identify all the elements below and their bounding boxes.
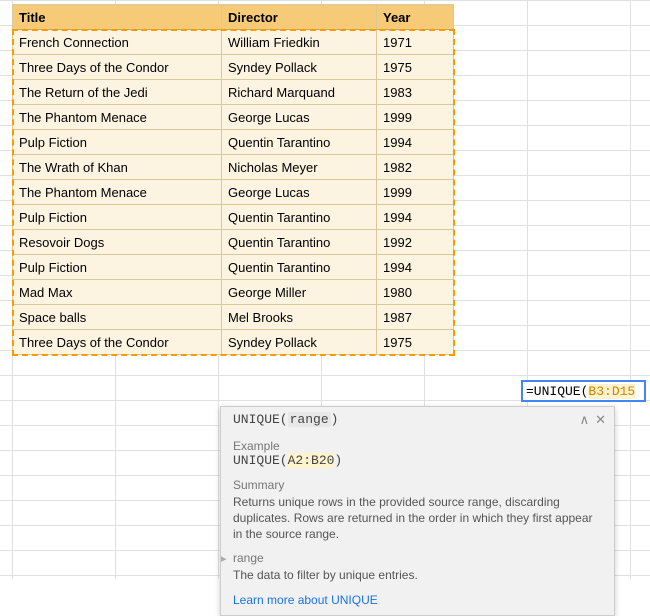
header-director[interactable]: Director [222, 5, 377, 30]
cell-title[interactable]: Space balls [13, 305, 222, 330]
cell-title[interactable]: Pulp Fiction [13, 205, 222, 230]
cell-director[interactable]: Quentin Tarantino [222, 205, 377, 230]
range-label: range [233, 551, 418, 565]
cell-director[interactable]: Nicholas Meyer [222, 155, 377, 180]
cell-title[interactable]: Resovoir Dogs [13, 230, 222, 255]
table-row[interactable]: The Wrath of KhanNicholas Meyer1982 [13, 155, 454, 180]
formula-input-cell[interactable]: =UNIQUE(B3:D15 [521, 380, 646, 402]
table-row[interactable]: Three Days of the CondorSyndey Pollack19… [13, 330, 454, 355]
cell-director[interactable]: George Lucas [222, 105, 377, 130]
table-row[interactable]: The Phantom MenaceGeorge Lucas1999 [13, 105, 454, 130]
example-text: UNIQUE(A2:B20) [233, 453, 602, 468]
cell-director[interactable]: Quentin Tarantino [222, 230, 377, 255]
cell-year[interactable]: 1999 [377, 105, 454, 130]
table-row[interactable]: Pulp FictionQuentin Tarantino1994 [13, 130, 454, 155]
cell-title[interactable]: The Phantom Menace [13, 105, 222, 130]
collapse-icon[interactable]: ∧ [580, 413, 590, 426]
sig-fn: UNIQUE( [233, 412, 288, 427]
cell-year[interactable]: 1999 [377, 180, 454, 205]
cell-year[interactable]: 1994 [377, 255, 454, 280]
cell-director[interactable]: Syndey Pollack [222, 330, 377, 355]
cell-title[interactable]: Pulp Fiction [13, 130, 222, 155]
cell-director[interactable]: Mel Brooks [222, 305, 377, 330]
cell-title[interactable]: French Connection [13, 30, 222, 55]
cell-year[interactable]: 1987 [377, 305, 454, 330]
cell-year[interactable]: 1992 [377, 230, 454, 255]
formula-prefix: =UNIQUE( [526, 384, 588, 399]
cell-director[interactable]: William Friedkin [222, 30, 377, 55]
cell-title[interactable]: The Return of the Jedi [13, 80, 222, 105]
ex-fn: UNIQUE( [233, 453, 288, 468]
sig-arg: range [288, 412, 331, 427]
cell-director[interactable]: George Lucas [222, 180, 377, 205]
table-row[interactable]: Resovoir DogsQuentin Tarantino1992 [13, 230, 454, 255]
table-header-row: Title Director Year [13, 5, 454, 30]
table-row[interactable]: Pulp FictionQuentin Tarantino1994 [13, 255, 454, 280]
cell-title[interactable]: The Wrath of Khan [13, 155, 222, 180]
cell-year[interactable]: 1975 [377, 55, 454, 80]
range-text: The data to filter by unique entries. [233, 567, 418, 583]
table-row[interactable]: French ConnectionWilliam Friedkin1971 [13, 30, 454, 55]
cell-title[interactable]: Three Days of the Condor [13, 55, 222, 80]
table-row[interactable]: Pulp FictionQuentin Tarantino1994 [13, 205, 454, 230]
cell-director[interactable]: Syndey Pollack [222, 55, 377, 80]
cell-director[interactable]: George Miller [222, 280, 377, 305]
data-table[interactable]: Title Director Year French ConnectionWil… [12, 4, 454, 355]
summary-label: Summary [233, 478, 602, 492]
expand-arrow-icon[interactable]: ▸ [221, 552, 233, 565]
cell-director[interactable]: Quentin Tarantino [222, 130, 377, 155]
cell-title[interactable]: Mad Max [13, 280, 222, 305]
cell-year[interactable]: 1971 [377, 30, 454, 55]
header-title[interactable]: Title [13, 5, 222, 30]
ex-arg: A2:B20 [288, 453, 335, 468]
cell-year[interactable]: 1982 [377, 155, 454, 180]
cell-year[interactable]: 1983 [377, 80, 454, 105]
cell-director[interactable]: Quentin Tarantino [222, 255, 377, 280]
cell-year[interactable]: 1975 [377, 330, 454, 355]
sig-close: ) [331, 412, 339, 427]
cell-year[interactable]: 1994 [377, 205, 454, 230]
example-label: Example [233, 439, 602, 453]
cell-year[interactable]: 1980 [377, 280, 454, 305]
summary-text: Returns unique rows in the provided sour… [233, 494, 602, 543]
ex-close: ) [334, 453, 342, 468]
cell-title[interactable]: Pulp Fiction [13, 255, 222, 280]
cell-title[interactable]: The Phantom Menace [13, 180, 222, 205]
header-year[interactable]: Year [377, 5, 454, 30]
cell-year[interactable]: 1994 [377, 130, 454, 155]
close-icon[interactable]: ✕ [595, 413, 606, 426]
table-row[interactable]: Space ballsMel Brooks1987 [13, 305, 454, 330]
formula-range: B3:D15 [588, 384, 635, 399]
cell-title[interactable]: Three Days of the Condor [13, 330, 222, 355]
table-row[interactable]: Three Days of the CondorSyndey Pollack19… [13, 55, 454, 80]
table-row[interactable]: Mad MaxGeorge Miller1980 [13, 280, 454, 305]
learn-more-link[interactable]: Learn more about UNIQUE [233, 593, 602, 607]
table-row[interactable]: The Phantom MenaceGeorge Lucas1999 [13, 180, 454, 205]
formula-help-tooltip: UNIQUE(range) ∧ ✕ Example UNIQUE(A2:B20)… [220, 406, 615, 616]
tooltip-signature: UNIQUE(range) [233, 412, 574, 427]
cell-director[interactable]: Richard Marquand [222, 80, 377, 105]
table-row[interactable]: The Return of the JediRichard Marquand19… [13, 80, 454, 105]
